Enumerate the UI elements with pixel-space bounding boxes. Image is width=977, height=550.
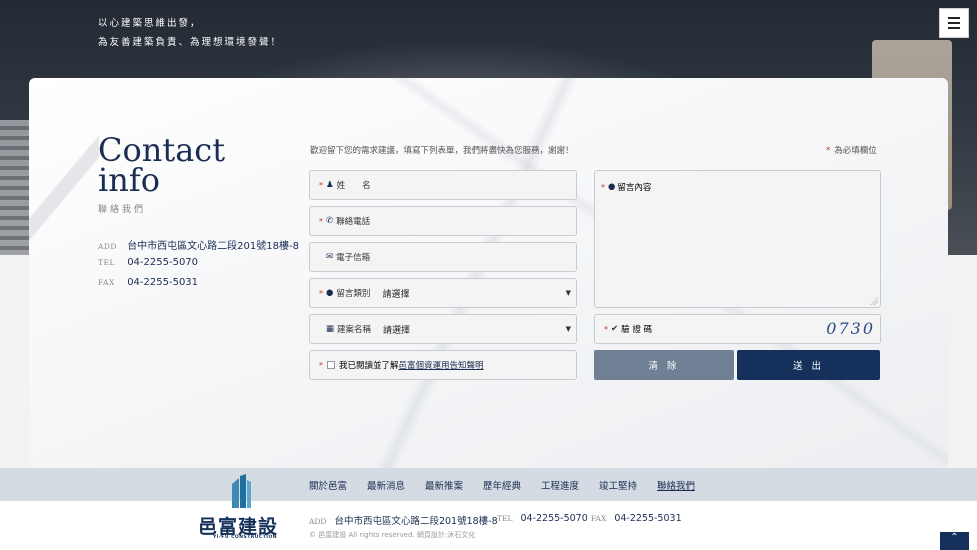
footer-address: ADD 台中市西屯區文心路二段201號18樓-8 (309, 513, 498, 527)
clear-button[interactable]: 清 除 (594, 350, 734, 380)
hamburger-icon (948, 17, 960, 19)
project-label: 建案名稱 (337, 325, 372, 335)
email-label: 電子信箱 (336, 253, 371, 263)
footer-fax: FAX 04-2255-5031 (591, 513, 682, 524)
captcha-field[interactable]: * ✔ 驗 證 碼 0730 (594, 314, 881, 344)
fax-value: 04-2255-5031 (127, 277, 199, 288)
required-star: * (826, 146, 831, 156)
decorative-diagonal (29, 108, 99, 268)
footer-fax-value: 04-2255-5031 (614, 513, 682, 524)
tel-value[interactable]: 04-2255-5070 (127, 257, 198, 268)
chevron-up-icon: ⌃ (950, 532, 959, 543)
category-label: 留言類別 (336, 289, 371, 299)
contact-tel: TEL 04-2255-5070 (98, 257, 198, 268)
agree-checkbox[interactable] (327, 361, 335, 369)
address-label: ADD (98, 242, 117, 251)
footer-address-label: ADD (309, 517, 327, 526)
hero-slogan: 以心建築思維出發， 為友善建築負責、為理想環境發聲！ (98, 14, 282, 52)
required-star: * (319, 360, 323, 370)
tel-label: TEL (98, 258, 115, 267)
required-star: * (319, 288, 323, 298)
footer-tel-label: TEL (497, 514, 513, 523)
envelope-icon: ✉ (326, 252, 334, 262)
resize-handle[interactable] (870, 297, 878, 305)
privacy-link[interactable]: 邑富個資運用告知聲明 (399, 359, 484, 371)
hamburger-icon-bar (948, 27, 960, 29)
submit-button[interactable]: 送 出 (737, 350, 880, 380)
footer-tel-value[interactable]: 04-2255-5070 (520, 513, 587, 524)
footer-tel: TEL 04-2255-5070 (497, 513, 588, 524)
user-icon: ♟ (326, 180, 334, 190)
menu-button[interactable] (939, 8, 969, 38)
required-note: * 為必填欄位 (826, 144, 877, 156)
phone-icon: ✆ (326, 216, 334, 226)
name-label: 姓 名 (336, 181, 371, 191)
comments-icon: ● (326, 288, 334, 298)
name-field[interactable]: * ♟ 姓 名 (309, 170, 577, 200)
footer-nav-about[interactable]: 關於邑富 (309, 478, 347, 492)
contact-subtitle: 聯絡我們 (98, 205, 147, 215)
fax-label: FAX (98, 278, 115, 287)
contact-title: Contact info (98, 134, 225, 199)
message-label-group: * ● 留言內容 (601, 181, 651, 193)
caret-down-icon: ▼ (565, 289, 571, 297)
footer-nav-news[interactable]: 最新消息 (367, 478, 405, 492)
copyright: © 邑富建設 All rights reserved. 網頁設計:沐石文化 (309, 531, 476, 539)
caret-down-icon: ▼ (565, 325, 571, 333)
slogan-line-1: 以心建築思維出發， (98, 18, 202, 29)
footer-nav-contact[interactable]: 聯絡我們 (657, 478, 695, 492)
form-intro: 歡迎留下您的需求建議，填寫下列表單，我們將盡快為您服務，謝謝！ (310, 146, 574, 156)
message-label: 留言內容 (617, 183, 652, 193)
contact-fax: FAX 04-2255-5031 (98, 277, 198, 288)
category-select[interactable]: * ● 留言類別 請選擇 ▼ (309, 278, 577, 308)
project-selected: 請選擇 (383, 325, 411, 336)
project-select[interactable]: ▦ 建案名稱 請選擇 ▼ (309, 314, 577, 344)
address-value: 台中市西屯區文心路二段201號18樓-8 (127, 241, 299, 252)
captcha-image[interactable]: 0730 (826, 319, 875, 338)
contact-title-line-2: info (98, 161, 160, 199)
email-field[interactable]: ✉ 電子信箱 (309, 242, 577, 272)
contact-address: ADD 台中市西屯區文心路二段201號18樓-8 (98, 237, 299, 252)
required-star: * (601, 182, 605, 192)
back-to-top-button[interactable]: ⌃ (940, 532, 969, 550)
check-circle-icon: ✔ (611, 324, 619, 334)
footer-nav-projects[interactable]: 最新推案 (425, 478, 463, 492)
building-icon: ▦ (326, 324, 335, 334)
footer-fax-label: FAX (591, 514, 607, 523)
captcha-label: 驗 證 碼 (621, 325, 653, 335)
footer-nav-progress[interactable]: 工程進度 (541, 478, 579, 492)
category-selected: 請選擇 (382, 289, 410, 300)
required-star: * (604, 324, 608, 334)
footer-address-value: 台中市西屯區文心路二段201號18樓-8 (334, 516, 498, 527)
required-star: * (319, 180, 323, 190)
footer-nav-classics[interactable]: 歷年經典 (483, 478, 521, 492)
agree-text: 我已閱讀並了解 (339, 361, 399, 371)
slogan-line-2: 為友善建築負責、為理想環境發聲！ (98, 37, 283, 48)
hamburger-icon-bar (948, 22, 960, 24)
logo-subtext: YI-FU CONSTRUCTION (213, 535, 278, 540)
phone-field[interactable]: * ✆ 聯絡電話 (309, 206, 577, 236)
footer-nav-completion[interactable]: 竣工堅持 (599, 478, 637, 492)
required-note-text: 為必填欄位 (834, 146, 877, 156)
required-star: * (319, 216, 323, 226)
message-textarea[interactable]: * ● 留言內容 (594, 170, 881, 308)
privacy-agree: * 我已閱讀並了解 邑富個資運用告知聲明 (309, 350, 577, 380)
comment-icon: ● (608, 182, 616, 192)
logo-mark-icon[interactable] (230, 474, 252, 508)
phone-label: 聯絡電話 (336, 217, 371, 227)
